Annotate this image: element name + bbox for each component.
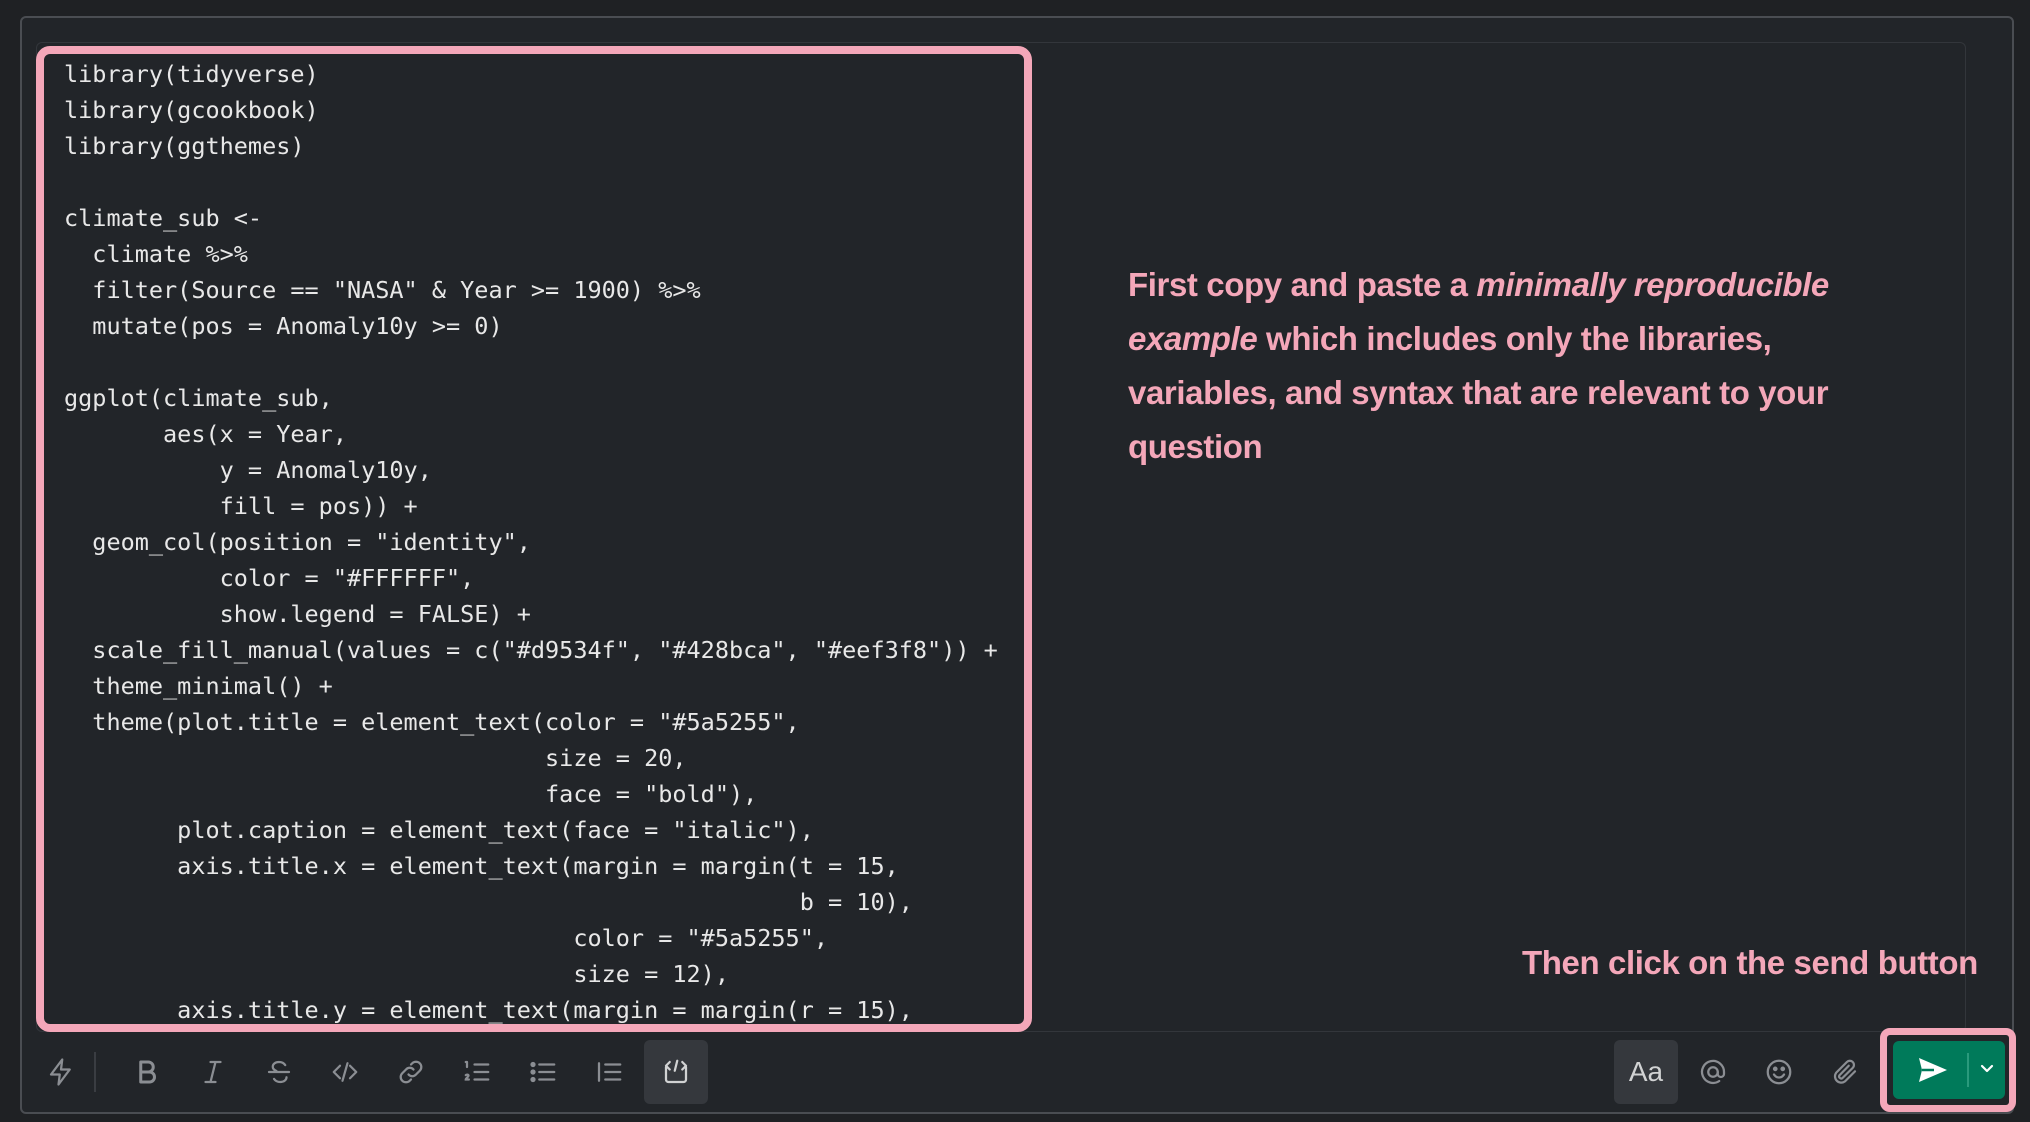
blockquote-icon[interactable] [578, 1040, 640, 1104]
code-line: theme(plot.title = element_text(color = … [64, 708, 800, 736]
code-line: library(tidyverse) [64, 60, 319, 88]
code-line: mutate(pos = Anomaly10y >= 0) [64, 312, 503, 340]
code-line: scale_fill_manual(values = c("#d9534f", … [64, 636, 998, 664]
formatting-label: Aa [1628, 1056, 1664, 1087]
send-icon [1919, 1058, 1947, 1082]
code-line: axis.title.y = element_text(margin = mar… [64, 996, 913, 1024]
send-button[interactable] [1893, 1041, 2005, 1099]
formatting-toolbar: Aa [20, 1032, 2014, 1114]
code-line: color = "#FFFFFF", [64, 564, 475, 592]
formatting-icon[interactable]: Aa [1614, 1040, 1678, 1104]
code-line: filter(Source == "NASA" & Year >= 1900) … [64, 276, 701, 304]
code-line: ggplot(climate_sub, [64, 384, 333, 412]
bulleted-list-icon[interactable] [512, 1040, 574, 1104]
code-line: library(ggthemes) [64, 132, 305, 160]
code-line: library(gcookbook) [64, 96, 319, 124]
code-line: theme_minimal() + [64, 672, 333, 700]
emoji-icon[interactable] [1748, 1040, 1810, 1104]
code-icon[interactable] [314, 1040, 376, 1104]
code-line: size = 20, [64, 744, 687, 772]
toolbar-divider [94, 1052, 96, 1092]
strikethrough-icon[interactable] [248, 1040, 310, 1104]
code-line: show.legend = FALSE) + [64, 600, 531, 628]
annotation-send-instruction: Then click on the send button [1522, 944, 1978, 981]
code-line: y = Anomaly10y, [64, 456, 432, 484]
code-line: plot.caption = element_text(face = "ital… [64, 816, 814, 844]
code-line: aes(x = Year, [64, 420, 347, 448]
code-block-icon[interactable] [644, 1040, 708, 1104]
code-line: size = 12), [64, 960, 729, 988]
italic-icon[interactable] [182, 1040, 244, 1104]
link-icon[interactable] [380, 1040, 442, 1104]
code-line: geom_col(position = "identity", [64, 528, 531, 556]
annotation-paste-instruction: First copy and paste a minimally reprodu… [1128, 258, 1928, 474]
send-divider [1967, 1053, 1969, 1087]
code-line: face = "bold"), [64, 780, 758, 808]
code-line: b = 10), [64, 888, 913, 916]
send-button-highlight [1880, 1028, 2016, 1112]
annotation-text-1: First copy and paste a [1128, 266, 1477, 303]
code-block-highlight[interactable]: library(tidyverse) library(gcookbook) libr… [36, 46, 1032, 1032]
bold-icon[interactable] [116, 1040, 178, 1104]
mention-icon[interactable] [1682, 1040, 1744, 1104]
code-line: climate %>% [64, 240, 248, 268]
code-line: color = "#5a5255", [64, 924, 829, 952]
code-line: climate_sub <- [64, 204, 263, 232]
code-line: fill = pos)) + [64, 492, 418, 520]
ordered-list-icon[interactable] [446, 1040, 508, 1104]
attach-icon[interactable] [1814, 1040, 1876, 1104]
chevron-down-icon[interactable] [1977, 1059, 1997, 1079]
shortcuts-icon[interactable] [30, 1040, 92, 1104]
code-line: axis.title.x = element_text(margin = mar… [64, 852, 899, 880]
